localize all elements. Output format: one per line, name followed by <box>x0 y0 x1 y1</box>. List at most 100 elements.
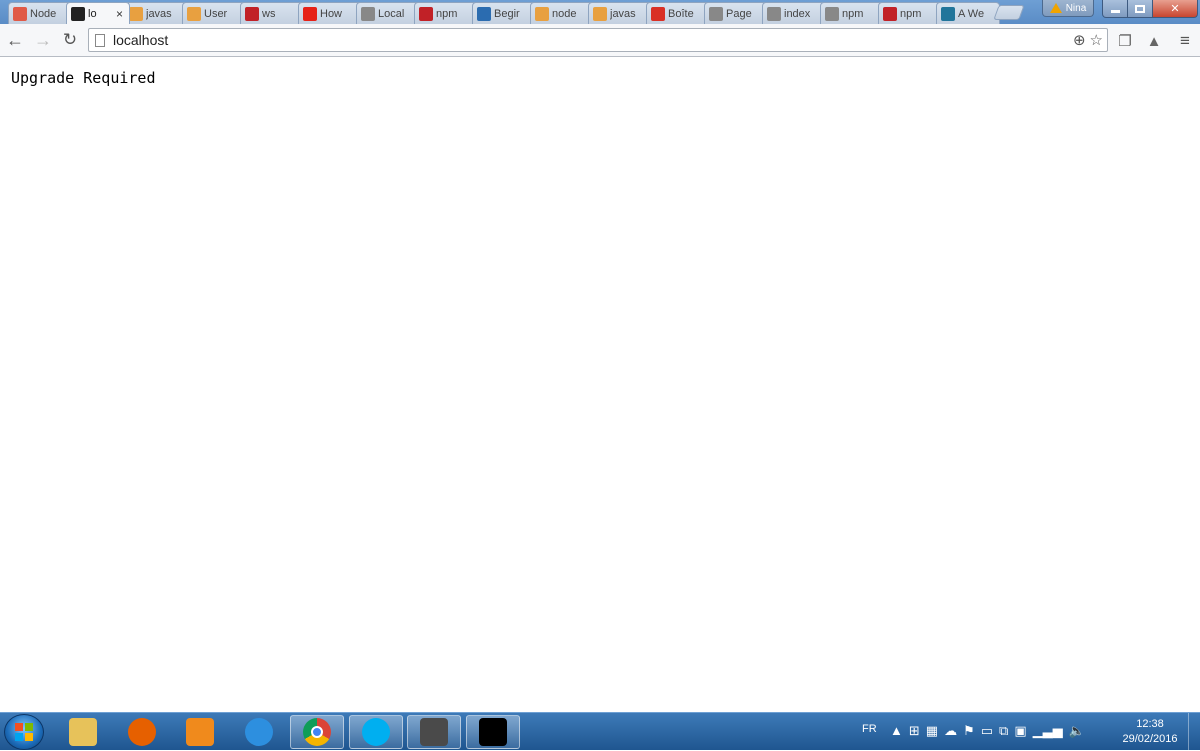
signal-icon[interactable]: ▁▃▅ <box>1033 723 1063 739</box>
browser-tab[interactable]: lo × <box>66 2 130 24</box>
stack-icon <box>535 6 549 21</box>
taskbar-item-skype[interactable] <box>348 715 403 749</box>
tab-title: Boîte <box>668 7 694 20</box>
extension-pages-icon[interactable]: ❐ <box>1115 31 1135 51</box>
page-icon <box>361 6 375 21</box>
menu-icon[interactable]: ≡ <box>1175 31 1195 51</box>
browser-tab[interactable]: Begir <box>472 2 536 24</box>
page-icon <box>767 6 781 21</box>
tab-close-icon[interactable]: × <box>116 7 123 21</box>
back-button[interactable]: ← <box>4 29 26 51</box>
browser-tab[interactable]: How <box>298 2 362 24</box>
taskbar-item-sublime-text[interactable] <box>407 715 461 749</box>
minimize-button[interactable] <box>1102 0 1128 18</box>
start-button[interactable] <box>4 714 44 750</box>
tab-title: index <box>784 7 811 20</box>
browser-tab[interactable]: Page <box>704 2 768 24</box>
page-content: Upgrade Required <box>0 57 1200 712</box>
tab-title: node <box>552 7 577 20</box>
language-indicator[interactable]: FR <box>862 723 877 735</box>
browser-tab[interactable]: npm <box>820 2 884 24</box>
drive-extension-icon[interactable]: ▲ <box>1144 31 1164 51</box>
chrome-icon <box>303 718 331 746</box>
arrow-right-icon: → <box>34 29 52 50</box>
stack-icon <box>187 6 201 21</box>
folder-tray-icon[interactable]: ▦ <box>926 723 938 739</box>
windows-logo-icon <box>15 723 33 741</box>
tab-title: Begir <box>494 7 520 20</box>
profile-button[interactable]: Nina <box>1042 0 1094 17</box>
tab-title: npm <box>842 7 864 20</box>
browser-tab[interactable]: User <box>182 2 246 24</box>
profile-name: Nina <box>1065 2 1087 14</box>
npm-icon <box>245 6 259 21</box>
youtube-icon <box>303 6 317 21</box>
address-bar[interactable]: localhost ⊕ ☆ <box>88 28 1108 52</box>
browser-tab[interactable]: node <box>530 2 594 24</box>
stack-icon <box>129 6 143 21</box>
device-tray-icon[interactable]: ▣ <box>1014 723 1026 739</box>
tab-title: A We <box>958 7 985 20</box>
browser-tab[interactable]: javas <box>588 2 652 24</box>
browser-toolbar: ← → ↻ localhost ⊕ ☆ ❐ ▲ ≡ <box>0 24 1200 57</box>
page-icon <box>95 33 105 47</box>
browser-tab[interactable]: ws <box>240 2 304 24</box>
page-icon <box>709 6 723 21</box>
sublime-icon <box>420 718 448 746</box>
browser-tab[interactable]: A We <box>936 2 1000 24</box>
npm-icon <box>419 6 433 21</box>
tab-title: javas <box>610 7 636 20</box>
forward-button[interactable]: → <box>32 29 54 51</box>
tab-title: Node <box>30 7 57 20</box>
skype-icon <box>361 718 390 746</box>
tab-title: User <box>204 7 228 20</box>
browser-tab[interactable]: npm <box>878 2 942 24</box>
taskbar-item-cmd[interactable] <box>465 715 520 749</box>
gmail-icon <box>651 6 665 21</box>
browser-tab[interactable]: index <box>762 2 826 24</box>
browser-tab[interactable]: Boîte <box>646 2 710 24</box>
volume-muted-icon[interactable]: 🔈 <box>1069 723 1085 739</box>
clock-time: 12:38 <box>1136 718 1164 730</box>
action-center-flag-icon[interactable]: ⚑ <box>963 723 975 739</box>
taskbar-item-internet-explorer[interactable] <box>232 715 286 749</box>
browser-tab[interactable]: Node <box>8 2 72 24</box>
show-hidden-icons-icon[interactable]: ▲ <box>890 723 903 739</box>
star-icon <box>71 6 85 21</box>
browser-tab[interactable]: Local <box>356 2 420 24</box>
reload-button[interactable]: ↻ <box>59 29 81 51</box>
minimize-icon <box>1110 10 1120 13</box>
taskbar-item-explorer[interactable] <box>56 715 110 749</box>
clock[interactable]: 12:38 29/02/2016 <box>1114 717 1186 747</box>
browser-tab[interactable]: npm <box>414 2 478 24</box>
browser-tab[interactable]: javas <box>124 2 188 24</box>
network-adapter-icon[interactable]: ⧉ <box>999 723 1008 739</box>
page-message: Upgrade Required <box>11 69 156 87</box>
restore-icon <box>1135 4 1145 13</box>
maximize-button[interactable] <box>1127 0 1153 18</box>
system-tray: FR ▲ ⊞ ▦ ☁ ⚑ ▭ ⧉ ▣ ▁▃▅ 🔈 12:38 29/02/201… <box>858 713 1200 751</box>
taskbar-item-firefox[interactable] <box>115 715 169 749</box>
red-cross-icon <box>13 6 27 21</box>
show-desktop-button[interactable] <box>1188 713 1200 751</box>
wordpress-icon <box>941 6 955 21</box>
bookmark-star-icon[interactable]: ☆ <box>1090 31 1103 49</box>
terminal-icon <box>478 718 507 746</box>
firefox-icon <box>127 718 156 746</box>
zoom-icon[interactable]: ⊕ <box>1073 31 1086 49</box>
taskbar-item-media-player[interactable] <box>173 715 227 749</box>
page-icon <box>825 6 839 21</box>
h-icon <box>477 6 491 21</box>
tab-title: npm <box>436 7 458 20</box>
display-tray-icon[interactable]: ▭ <box>981 723 993 739</box>
tab-title: npm <box>900 7 922 20</box>
tab-title: ws <box>262 7 276 20</box>
stack-icon <box>593 6 607 21</box>
windows-tray-icon[interactable]: ⊞ <box>909 723 920 739</box>
clock-date: 29/02/2016 <box>1122 733 1178 745</box>
media-player-icon <box>186 718 214 746</box>
taskbar-item-chrome[interactable] <box>290 715 344 749</box>
close-window-button[interactable]: ✕ <box>1152 0 1198 18</box>
tab-title: javas <box>146 7 172 20</box>
cloud-tray-icon[interactable]: ☁ <box>944 723 957 739</box>
